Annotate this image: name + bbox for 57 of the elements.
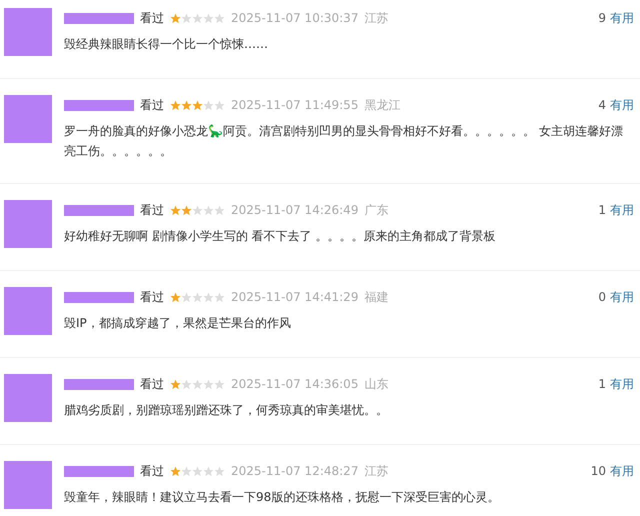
comment-location: 江苏 <box>364 10 388 26</box>
comment-text: 好幼稚好无聊啊 剧情像小学生写的 看不下去了 。。。。原来的主角都成了背景板 <box>64 228 496 245</box>
filled-star-icon <box>181 100 192 110</box>
comment-location: 江苏 <box>364 462 388 480</box>
filled-star-icon <box>170 100 181 110</box>
comment-time: 2025-11-07 10:30:37 <box>231 11 358 25</box>
watch-status: 看过 <box>140 202 164 218</box>
filled-star-icon <box>170 12 181 24</box>
comment-text: 罗一舟的脸真的好像小恐龙🦕阿贡。清宫剧特别凹男的显头骨骨相好不好看。。。。。。 女主胡连馨好漂亮工伤。。。。。。 <box>64 123 624 160</box>
vote-count: 4 <box>598 98 606 112</box>
comment-time: 2025-11-07 11:49:55 <box>231 98 358 112</box>
comment-text: 毁经典辣眼睛长得一个比一个惊悚…… <box>64 36 269 53</box>
vote-count: 10 <box>590 464 606 478</box>
redacted-username <box>64 292 134 302</box>
comment-text: 毁IP，都搞成穿越了，果然是芒果台的作风 <box>64 315 292 332</box>
comment-location: 黑龙江 <box>364 96 400 114</box>
useful-link[interactable]: 有用 <box>610 288 634 306</box>
avatar[interactable] <box>4 461 52 509</box>
useful-link[interactable]: 有用 <box>610 462 634 480</box>
redacted-username <box>64 466 134 476</box>
useful-link[interactable]: 有用 <box>610 376 634 392</box>
comment-location: 福建 <box>364 288 388 306</box>
avatar[interactable] <box>4 200 52 248</box>
filled-star-icon <box>170 204 181 216</box>
useful-link[interactable]: 有用 <box>610 10 634 26</box>
comment-location: 广东 <box>364 202 388 218</box>
comment-location: 山东 <box>364 376 388 392</box>
watch-status: 看过 <box>140 462 164 480</box>
comment-time: 2025-11-07 14:26:49 <box>231 203 358 217</box>
avatar[interactable] <box>4 8 52 56</box>
useful-link[interactable]: 有用 <box>610 96 634 114</box>
watch-status: 看过 <box>140 376 164 392</box>
redacted-username <box>64 100 134 110</box>
redacted-username <box>64 12 134 24</box>
watch-status: 看过 <box>140 288 164 306</box>
redacted-username <box>64 204 134 216</box>
filled-star-icon <box>170 378 181 390</box>
vote-count: 9 <box>598 11 606 25</box>
avatar[interactable] <box>4 95 52 143</box>
redacted-username <box>64 378 134 390</box>
avatar[interactable] <box>4 287 52 335</box>
comment-text: 毁童年，辣眼睛！建议立马去看一下98版的还珠格格，抚慰一下深受巨害的心灵。 <box>64 489 500 506</box>
filled-star-icon <box>170 466 181 476</box>
comment-time: 2025-11-07 14:41:29 <box>231 290 358 304</box>
filled-star-icon <box>181 204 192 216</box>
comment-text: 腊鸡劣质剧，别蹭琼瑶别蹭还珠了，何秀琼真的审美堪忧。。 <box>64 402 389 419</box>
comment-time: 2025-11-07 14:36:05 <box>231 377 358 391</box>
vote-count: 0 <box>598 290 606 304</box>
vote-count: 1 <box>598 377 606 391</box>
watch-status: 看过 <box>140 10 164 26</box>
filled-star-icon <box>192 100 203 110</box>
watch-status: 看过 <box>140 96 164 114</box>
comment-time: 2025-11-07 12:48:27 <box>231 464 358 478</box>
vote-count: 1 <box>598 203 606 217</box>
filled-star-icon <box>170 292 181 302</box>
avatar[interactable] <box>4 374 52 422</box>
useful-link[interactable]: 有用 <box>610 202 634 218</box>
